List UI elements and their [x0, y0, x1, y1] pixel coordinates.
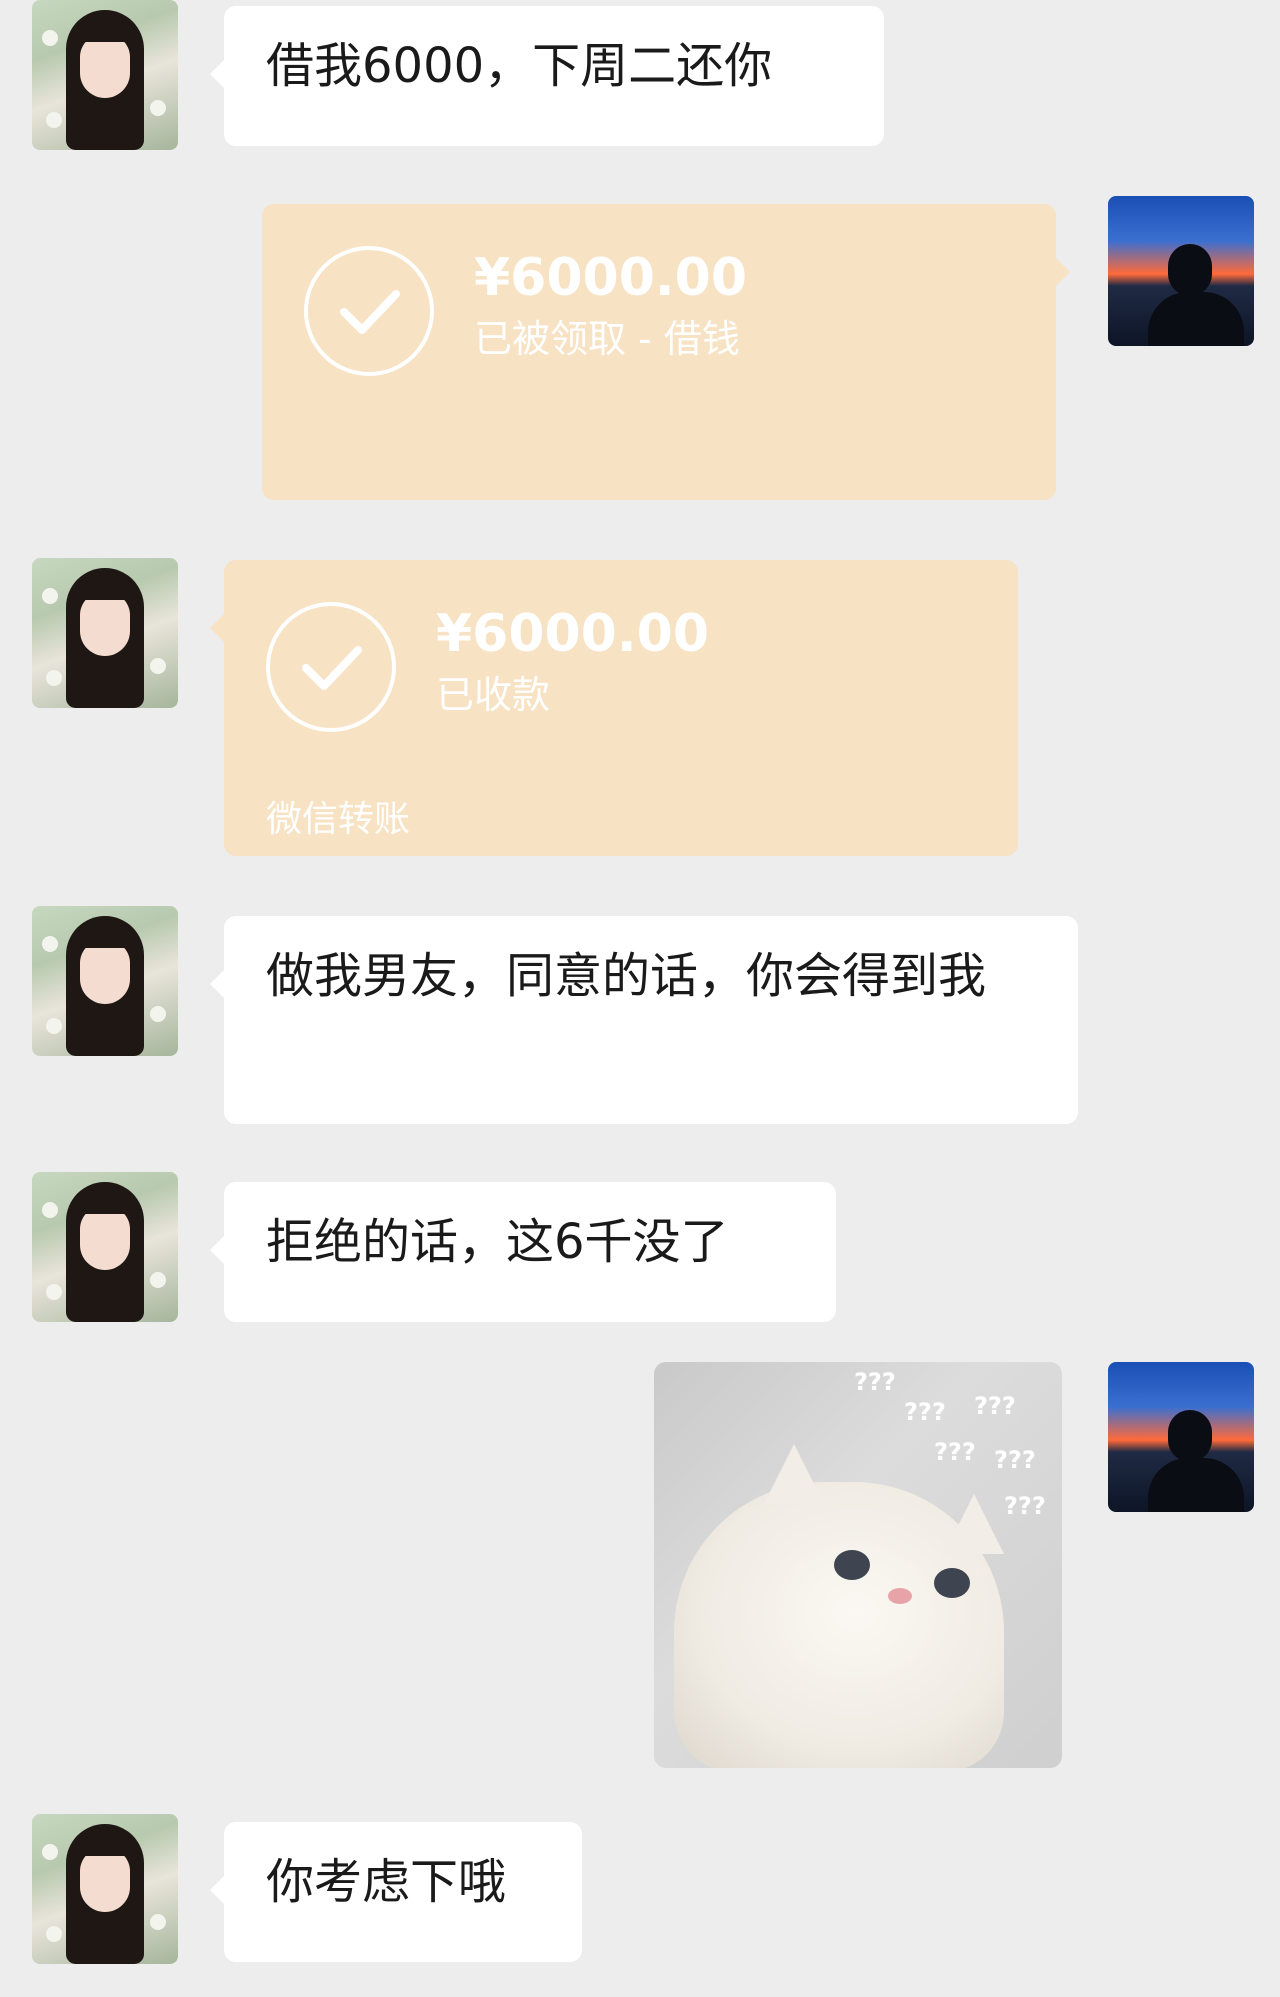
contact-avatar[interactable] [32, 0, 178, 150]
check-circle-icon [266, 602, 396, 732]
message-text: 拒绝的话，这6千没了 [266, 1214, 729, 1270]
message-text: 你考虑下哦 [266, 1854, 507, 1910]
chat-area: 借我6000，下周二还你 ¥6000.00 已被领取 - 借钱 ¥6000.00… [0, 0, 1280, 1997]
transfer-status: 已收款 [436, 673, 551, 717]
message-bubble[interactable]: 做我男友，同意的话，你会得到我 [210, 916, 1078, 1124]
contact-avatar[interactable] [32, 906, 178, 1056]
question-marks: ??? [904, 1398, 946, 1426]
transfer-card-received[interactable]: ¥6000.00 已收款 微信转账 [210, 560, 1018, 856]
contact-avatar[interactable] [32, 1172, 178, 1322]
question-marks: ??? [974, 1392, 1016, 1420]
question-marks: ??? [1004, 1492, 1046, 1520]
user-avatar[interactable] [1108, 196, 1254, 346]
message-bubble[interactable]: 借我6000，下周二还你 [210, 6, 884, 146]
message-text: 做我男友，同意的话，你会得到我 [266, 948, 987, 1004]
message-bubble[interactable]: 拒绝的话，这6千没了 [210, 1182, 836, 1322]
cat-sticker-image[interactable]: ??? ??? ??? ??? ??? ??? [654, 1362, 1062, 1768]
transfer-status: 已被领取 - 借钱 [474, 317, 740, 361]
transfer-footer-label: 微信转账 [266, 799, 411, 840]
transfer-amount: ¥6000.00 [436, 604, 710, 664]
check-circle-icon [304, 246, 434, 376]
message-text: 借我6000，下周二还你 [266, 38, 773, 94]
user-avatar[interactable] [1108, 1362, 1254, 1512]
transfer-card-sent[interactable]: ¥6000.00 已被领取 - 借钱 [262, 204, 1070, 500]
contact-avatar[interactable] [32, 558, 178, 708]
question-marks: ??? [994, 1446, 1036, 1474]
message-bubble[interactable]: 你考虑下哦 [210, 1822, 582, 1962]
contact-avatar[interactable] [32, 1814, 178, 1964]
question-marks: ??? [854, 1368, 896, 1396]
question-marks: ??? [934, 1438, 976, 1466]
transfer-amount: ¥6000.00 [474, 248, 748, 308]
